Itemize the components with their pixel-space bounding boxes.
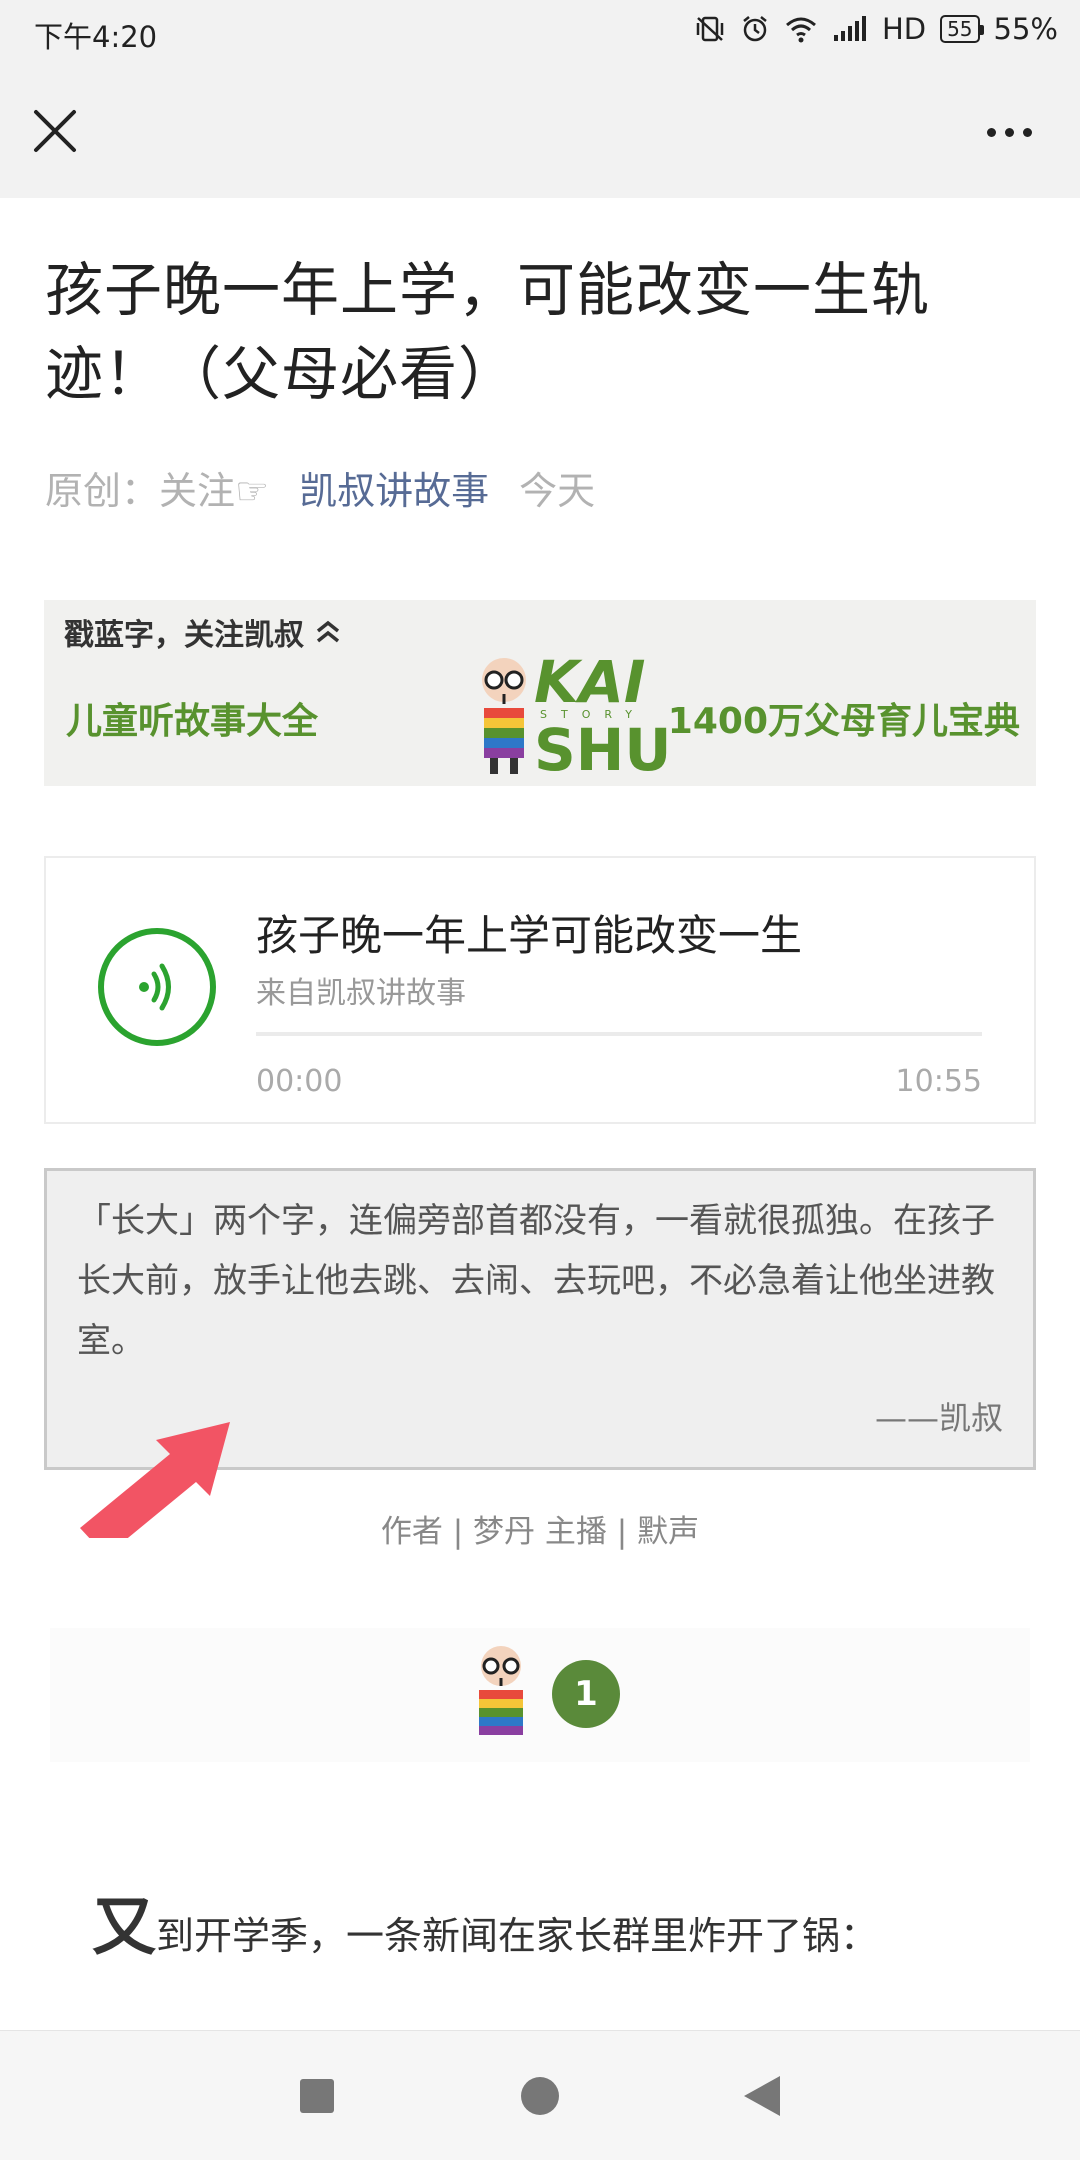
section-number: 1 bbox=[552, 1660, 620, 1728]
back-button[interactable] bbox=[744, 2076, 780, 2116]
drop-cap: 又 bbox=[92, 1891, 156, 1965]
lead-text: 到开学季，一条新闻在家长群里炸开了锅： bbox=[156, 1914, 879, 1958]
vibrate-icon bbox=[696, 16, 724, 42]
kaishu-logo: KAI STORY SHU bbox=[474, 648, 671, 782]
signal-icon bbox=[833, 16, 866, 41]
section-marker: 1 bbox=[50, 1628, 1030, 1762]
battery-icon: 55 bbox=[940, 15, 985, 43]
article-meta: 原创：关注☞ 凯叔讲故事 今天 bbox=[45, 460, 595, 515]
close-icon[interactable] bbox=[30, 106, 80, 156]
audio-duration: 10:55 bbox=[895, 1064, 982, 1099]
logo-shu: SHU bbox=[534, 716, 672, 784]
alarm-icon bbox=[743, 16, 767, 42]
account-link[interactable]: 凯叔讲故事 bbox=[299, 460, 489, 515]
audio-title: 孩子晚一年上学可能改变一生 bbox=[256, 911, 803, 960]
battery-percent: 55% bbox=[993, 12, 1058, 46]
nav-bar bbox=[0, 64, 1080, 198]
article-title: 孩子晚一年上学，可能改变一生轨迹！（父母必看） bbox=[45, 256, 931, 408]
status-bar: 下午4:20 HD 55 55% bbox=[0, 0, 1080, 64]
home-button[interactable] bbox=[521, 2077, 559, 2115]
network-type: HD bbox=[881, 12, 927, 46]
system-nav-bar bbox=[0, 2030, 1080, 2160]
banner-top-text: 戳蓝字，关注凯叔 bbox=[64, 610, 342, 654]
credits: 作者 | 梦丹 主播 | 默声 bbox=[380, 1514, 700, 1550]
banner-right-text: 1400万父母育儿宝典 bbox=[667, 701, 1020, 742]
more-icon[interactable] bbox=[987, 128, 1032, 137]
meta-prefix: 原创：关注☞ bbox=[45, 469, 270, 513]
mascot-icon bbox=[479, 1646, 523, 1735]
audio-player[interactable]: 孩子晚一年上学可能改变一生 来自凯叔讲故事 00:00 10:55 bbox=[44, 856, 1036, 1124]
status-time: 下午4:20 bbox=[34, 20, 158, 54]
mascot-icon bbox=[482, 658, 526, 774]
banner-left-text: 儿童听故事大全 bbox=[66, 701, 319, 742]
chevron-up-icon bbox=[317, 620, 340, 643]
status-icons: HD 55 55% bbox=[694, 12, 1058, 46]
lead-paragraph: 又到开学季，一条新闻在家长群里炸开了锅： bbox=[92, 1876, 878, 1968]
follow-banner[interactable]: 戳蓝字，关注凯叔 儿童听故事大全 KAI STORY SHU 1400万父母育儿… bbox=[44, 600, 1036, 786]
audio-play-icon[interactable] bbox=[98, 928, 216, 1046]
audio-current-time: 00:00 bbox=[256, 1064, 343, 1099]
recents-button[interactable] bbox=[300, 2079, 334, 2113]
quote-signature: ——凯叔 bbox=[874, 1399, 1003, 1437]
audio-progress-bar[interactable] bbox=[256, 1032, 982, 1036]
publish-date: 今天 bbox=[519, 469, 596, 513]
audio-source: 来自凯叔讲故事 bbox=[256, 976, 466, 1011]
wifi-icon bbox=[785, 17, 816, 43]
quote-text: 「长大」两个字，连偏旁部首都没有，一看就很孤独。在孩子长大前，放手让他去跳、去闹… bbox=[77, 1201, 995, 1361]
logo-kai: KAI bbox=[534, 648, 646, 716]
